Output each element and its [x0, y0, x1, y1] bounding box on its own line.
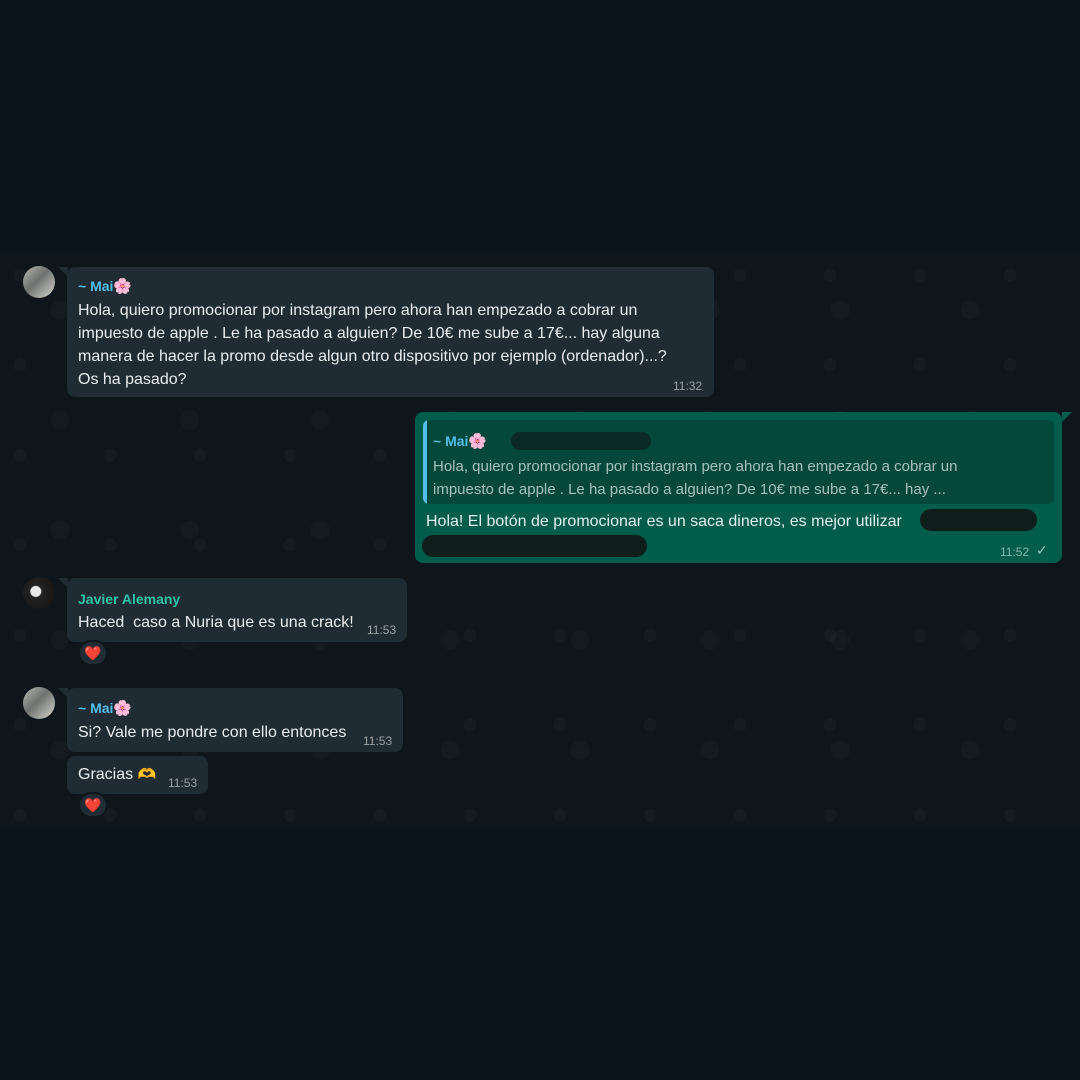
quote-accent-bar [423, 420, 427, 504]
sender-name-text: ~ Mai [78, 278, 114, 294]
sender-name[interactable]: Javier Alemany [78, 590, 180, 608]
flower-emoji-icon: 🌸 [113, 278, 133, 295]
message-bubble-2[interactable]: ~ Mai🌸 Hola, quiero promocionar por inst… [415, 412, 1062, 563]
message-time: 11:53 [168, 776, 198, 790]
bubble-tail [1062, 412, 1072, 422]
message-line: Os ha pasado? [78, 371, 187, 388]
quote-sender-text: ~ Mai [433, 433, 469, 449]
message-time: 11:53 [367, 623, 397, 637]
message-bubble-4[interactable]: ~ Mai🌸 Si? Vale me pondre con ello enton… [67, 688, 403, 752]
message-line: manera de hacer la promo desde algun otr… [78, 348, 667, 365]
quote-line: impuesto de apple . Le ha pasado a algui… [433, 481, 946, 498]
quote-sender-name: ~ Mai🌸 [433, 432, 487, 451]
message-text: Gracias 🫶 [78, 763, 156, 786]
sender-name[interactable]: ~ Mai🌸 [78, 277, 132, 296]
avatar-mai[interactable] [23, 266, 55, 298]
message-text: Si? Vale me pondre con ello entonces [78, 724, 347, 741]
message-text: Hola, quiero promocionar por instagram p… [78, 299, 708, 391]
message-time: 11:32 [673, 379, 703, 393]
message-text: Hola! El botón de promocionar es un saca… [426, 513, 902, 530]
single-check-icon: ✓ [1036, 542, 1048, 558]
message-bubble-5[interactable]: Gracias 🫶 11:53 [67, 756, 208, 794]
sender-name-text: ~ Mai [78, 700, 114, 716]
quoted-message[interactable]: ~ Mai🌸 Hola, quiero promocionar por inst… [423, 420, 1054, 504]
message-line: impuesto de apple . Le ha pasado a algui… [78, 325, 660, 342]
message-time: 11:52 [1000, 545, 1030, 559]
avatar-javier[interactable] [23, 577, 55, 609]
message-bubble-1[interactable]: ~ Mai🌸 Hola, quiero promocionar por inst… [67, 267, 714, 397]
avatar-mai[interactable] [23, 687, 55, 719]
sender-name[interactable]: ~ Mai🌸 [78, 699, 132, 718]
flower-emoji-icon: 🌸 [468, 433, 488, 450]
message-text: Haced caso a Nuria que es una crack! [78, 614, 354, 631]
heart-reaction-icon[interactable]: ❤️ [78, 792, 108, 818]
quote-line: Hola, quiero promocionar por instagram p… [433, 458, 958, 475]
flower-emoji-icon: 🌸 [113, 700, 133, 717]
message-bubble-3[interactable]: Javier Alemany Haced caso a Nuria que es… [67, 578, 407, 642]
redacted-phone [511, 432, 651, 450]
heart-reaction-icon[interactable]: ❤️ [78, 640, 108, 666]
quote-text: Hola, quiero promocionar por instagram p… [433, 455, 1053, 501]
redacted-text [920, 509, 1037, 531]
message-time: 11:53 [363, 734, 393, 748]
message-line: Hola, quiero promocionar por instagram p… [78, 302, 638, 319]
message-text-content: Gracias [78, 766, 134, 783]
redacted-text [422, 535, 647, 557]
heart-hands-emoji-icon: 🫶 [137, 766, 157, 783]
